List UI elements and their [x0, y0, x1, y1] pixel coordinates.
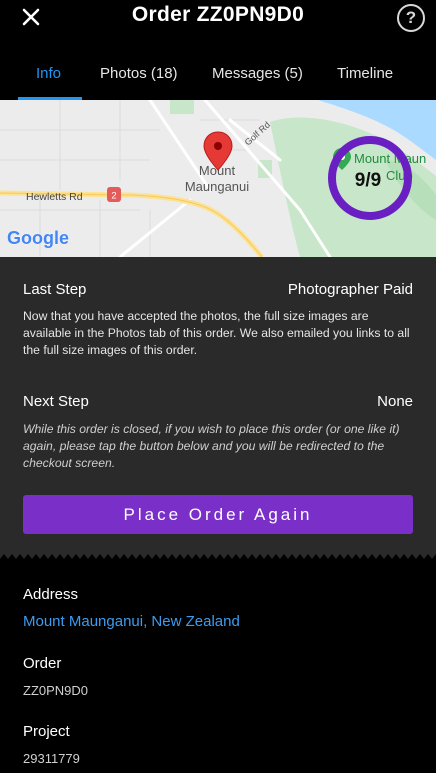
tab-bar: Info Photos (18) Messages (5) Timeline [0, 50, 436, 100]
help-icon: ? [405, 8, 417, 27]
google-logo: Google [7, 228, 70, 249]
help-button[interactable]: ? [397, 4, 425, 32]
order-label: Order [23, 655, 62, 672]
map-poi-label-line1: Mount Maun [354, 151, 426, 166]
tab-photos[interactable]: Photos (18) [100, 65, 178, 82]
tab-timeline[interactable]: Timeline [337, 65, 393, 82]
project-label: Project [23, 723, 70, 740]
project-value: 29311779 [23, 751, 80, 766]
order-status-panel: Last Step Photographer Paid Now that you… [0, 257, 436, 562]
last-step-label: Last Step [23, 281, 87, 298]
route-shield-number: 2 [111, 191, 116, 202]
google-logo-text: Google [7, 228, 69, 248]
progress-text: 9/9 [355, 170, 381, 191]
tab-info[interactable]: Info [36, 65, 61, 82]
map-place-label-line2: Maunganui [185, 179, 249, 194]
order-value: ZZ0PN9D0 [23, 683, 89, 698]
panel-zigzag-divider [0, 554, 436, 565]
next-step-label: Next Step [23, 393, 89, 410]
address-link[interactable]: Mount Maunganui, New Zealand [23, 613, 240, 630]
next-step-value: None [377, 393, 413, 410]
last-step-value: Photographer Paid [287, 281, 413, 298]
tab-messages[interactable]: Messages (5) [212, 65, 303, 82]
map-road-label-hewletts: Hewletts Rd [26, 191, 83, 203]
last-step-description: Now that you have accepted the photos, t… [23, 309, 410, 357]
map-canvas: Golf Rd Hewletts Rd 2 Mount Maunganui Mo… [0, 100, 436, 257]
place-order-again-button[interactable]: Place Order Again [23, 495, 413, 534]
app-header: Order ZZ0PN9D0 ? Info Photos (18) Messag… [0, 0, 436, 100]
page-title: Order ZZ0PN9D0 [131, 3, 305, 26]
next-step-description: While this order is closed, if you wish … [23, 422, 400, 470]
address-label: Address [23, 586, 79, 603]
location-map[interactable]: Golf Rd Hewletts Rd 2 Mount Maunganui Mo… [0, 100, 436, 257]
